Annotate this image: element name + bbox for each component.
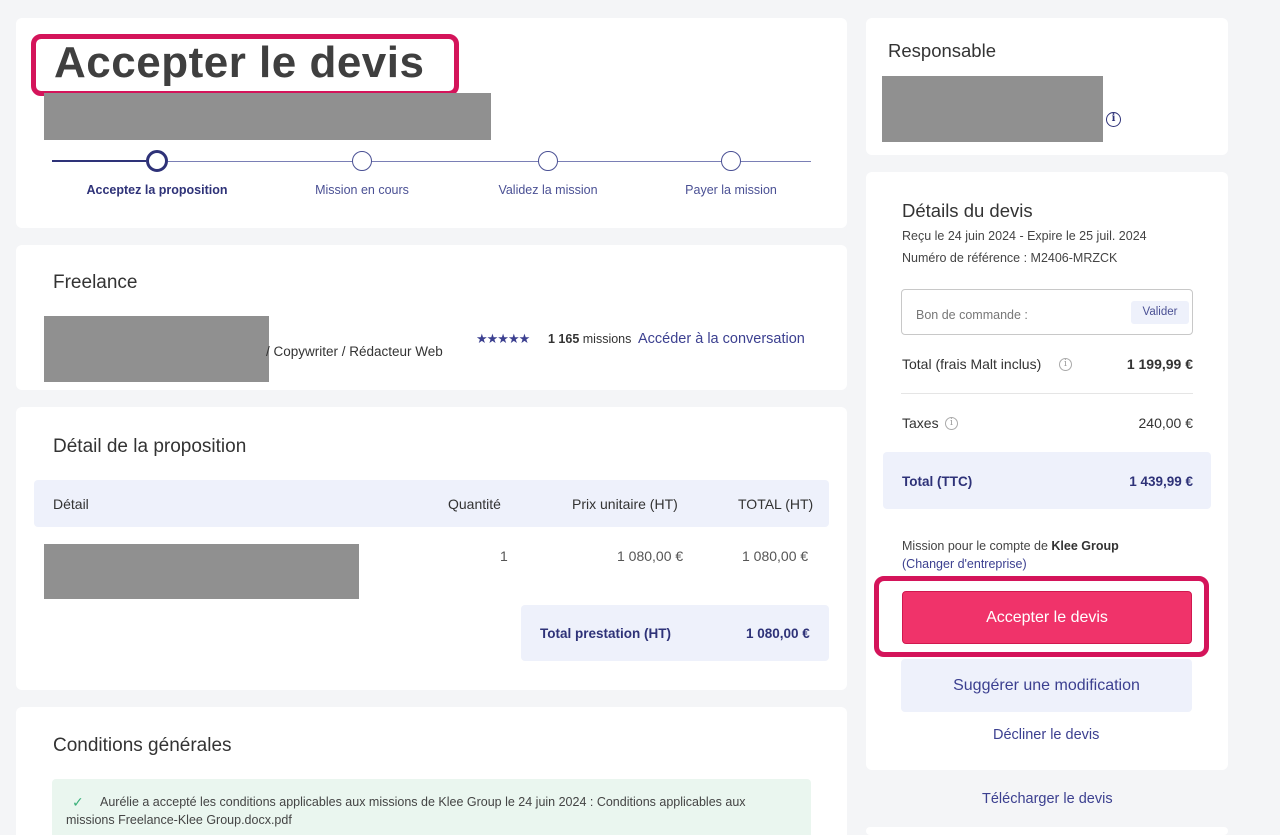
freelance-heading: Freelance bbox=[53, 272, 138, 293]
total-ttc-label: Total (TTC) bbox=[902, 474, 973, 489]
validate-po-button[interactable]: Valider bbox=[1131, 301, 1189, 324]
total-ttc-value: 1 439,99 € bbox=[1129, 474, 1193, 489]
step-dot-validate bbox=[538, 151, 558, 171]
accept-highlight-box bbox=[874, 576, 1209, 657]
quote-reference: Numéro de référence : M2406-MRZCK bbox=[902, 251, 1118, 265]
total-prestation-value: 1 080,00 € bbox=[746, 626, 810, 641]
quote-heading: Détails du devis bbox=[902, 200, 1033, 221]
total-prestation-label: Total prestation (HT) bbox=[540, 626, 671, 641]
redacted-project-name bbox=[44, 93, 491, 140]
missions-count-label: missions bbox=[582, 332, 632, 346]
column-header-unit-price: Prix unitaire (HT) bbox=[572, 496, 678, 512]
total-info-icon[interactable]: i bbox=[1059, 358, 1072, 371]
info-icon[interactable]: i bbox=[1106, 112, 1121, 127]
title-highlight-box bbox=[31, 34, 459, 96]
next-card bbox=[866, 827, 1228, 835]
total-malt-value: 1 199,99 € bbox=[1126, 356, 1193, 372]
step-label-validate: Validez la mission bbox=[498, 183, 598, 197]
column-header-detail: Détail bbox=[53, 496, 89, 512]
step-label-accept: Acceptez la proposition bbox=[86, 183, 228, 197]
conditions-heading: Conditions générales bbox=[53, 735, 232, 756]
row-quantity: 1 bbox=[500, 548, 508, 564]
missions-count: 1 165 missions bbox=[548, 332, 631, 346]
taxes-info-icon[interactable]: i bbox=[945, 417, 958, 430]
step-label-mission: Mission en cours bbox=[315, 183, 409, 197]
stepper-progress-line bbox=[52, 160, 146, 162]
column-header-total: TOTAL (HT) bbox=[738, 496, 814, 512]
row-unit-price: 1 080,00 € bbox=[617, 548, 684, 564]
decline-quote-link[interactable]: Décliner le devis bbox=[993, 727, 1099, 743]
rating-stars-icon: ★★★★★ bbox=[476, 331, 530, 346]
conversation-link[interactable]: Accéder à la conversation bbox=[638, 331, 805, 347]
account-line: Mission pour le compte de Klee Group bbox=[902, 539, 1119, 553]
taxes-value: 240,00 € bbox=[1138, 415, 1194, 431]
account-prefix: Mission pour le compte de bbox=[902, 539, 1048, 553]
change-company-link[interactable]: (Changer d'entreprise) bbox=[902, 557, 1027, 571]
conditions-text[interactable]: Aurélie a accepté les conditions applica… bbox=[66, 793, 796, 829]
row-total: 1 080,00 € bbox=[742, 548, 809, 564]
divider bbox=[901, 393, 1193, 394]
step-dot-mission bbox=[352, 151, 372, 171]
freelancer-role: / Copywriter / Rédacteur Web bbox=[266, 344, 443, 359]
total-malt-label: Total (frais Malt inclus) bbox=[902, 356, 1042, 372]
responsable-heading: Responsable bbox=[888, 40, 996, 61]
table-header bbox=[34, 480, 829, 527]
taxes-label: Taxes bbox=[902, 415, 939, 431]
redacted-line-detail bbox=[44, 544, 359, 599]
stepper-track-line bbox=[168, 161, 811, 162]
missions-count-value: 1 165 bbox=[548, 332, 580, 346]
proposition-heading: Détail de la proposition bbox=[53, 436, 247, 457]
purchase-order-placeholder: Bon de commande : bbox=[916, 308, 1028, 322]
step-dot-pay bbox=[721, 151, 741, 171]
quote-dates: Reçu le 24 juin 2024 - Expire le 25 juil… bbox=[902, 229, 1147, 243]
redacted-responsable bbox=[882, 76, 1103, 142]
step-label-pay: Payer la mission bbox=[685, 183, 777, 197]
column-header-quantity: Quantité bbox=[448, 496, 501, 512]
account-name: Klee Group bbox=[1051, 539, 1119, 553]
download-quote-link[interactable]: Télécharger le devis bbox=[982, 791, 1113, 807]
suggest-modification-button[interactable]: Suggérer une modification bbox=[901, 659, 1192, 712]
step-dot-accept bbox=[146, 150, 168, 172]
redacted-freelancer-profile[interactable] bbox=[44, 316, 269, 382]
